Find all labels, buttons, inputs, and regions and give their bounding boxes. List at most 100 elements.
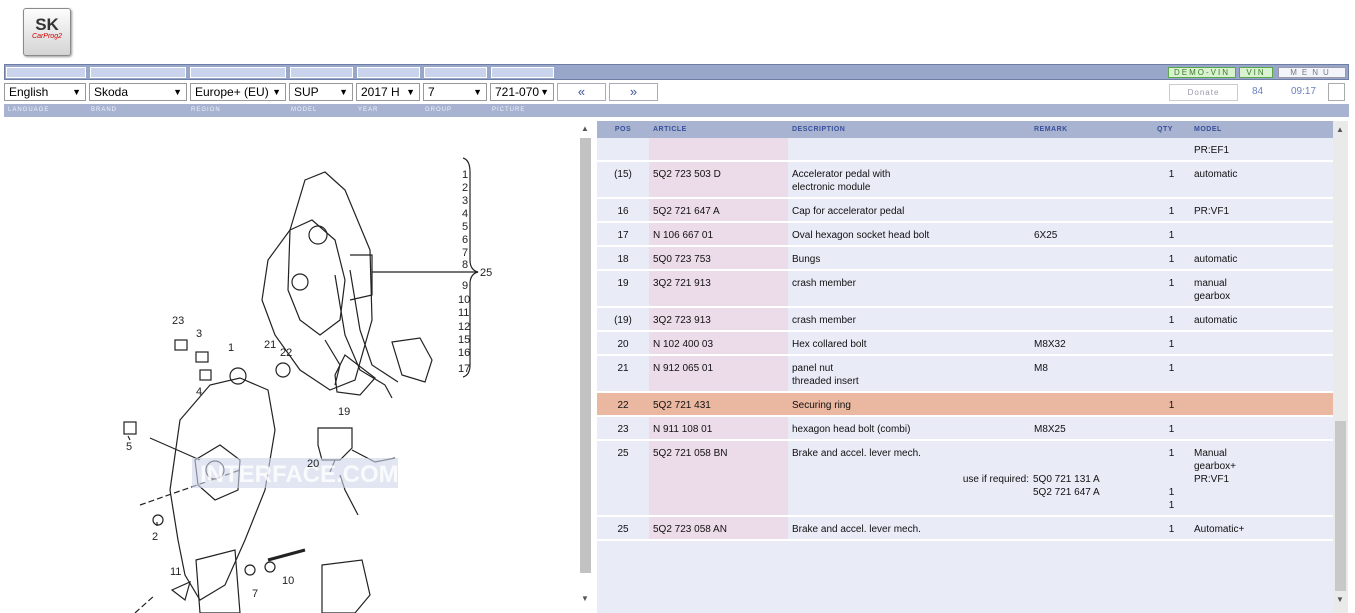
table-row[interactable]: PR:EF1	[597, 138, 1333, 162]
row-description-text: Bungs	[792, 254, 821, 265]
callout-number[interactable]: 8	[462, 259, 468, 271]
table-row[interactable]: (15) 5Q2 723 503 D Accelerator pedal with …	[597, 161, 1333, 199]
table-row[interactable]: 25 5Q2 723 058 AN Brake and accel. lever m…	[597, 516, 1333, 541]
status-box[interactable]	[1328, 83, 1345, 101]
row-model	[1190, 416, 1333, 441]
previous-picture-button[interactable]: «	[557, 83, 606, 101]
callout-number[interactable]: 10	[458, 294, 470, 306]
row-model-text: manual gearbox	[1194, 278, 1231, 302]
row-model	[1190, 222, 1333, 247]
chevron-down-icon: ▼	[473, 87, 482, 97]
table-scrollbar[interactable]: ▲ ▼	[1333, 121, 1348, 613]
callout-number[interactable]: 7	[252, 588, 258, 600]
row-description: panel nut threaded insert	[788, 355, 1030, 393]
table-row[interactable]: (19) 3Q2 723 913 crash member 1 automatic	[597, 307, 1333, 332]
row-model	[1190, 331, 1333, 356]
row-model: automatic	[1190, 307, 1333, 332]
callout-number[interactable]: 23	[172, 315, 184, 327]
callout-number[interactable]: 11	[170, 566, 181, 578]
callout-number[interactable]: 6	[462, 234, 468, 246]
callout-number[interactable]: 2	[462, 182, 468, 194]
callout-number[interactable]: 1	[462, 169, 468, 181]
parts-diagram[interactable]: INTERFACE.COM 12345678910111215161725233…	[0, 120, 578, 613]
callout-number[interactable]: 19	[338, 406, 350, 418]
bolt-23	[174, 339, 188, 351]
scroll-down-icon[interactable]: ▼	[581, 594, 589, 603]
vin-button[interactable]: VIN	[1239, 67, 1273, 78]
region-select[interactable]: Europe+ (EU) ▼	[190, 83, 286, 101]
col-article: ARTICLE	[649, 121, 788, 138]
row-model: manual gearbox	[1190, 270, 1333, 308]
model-select[interactable]: SUP ▼	[289, 83, 353, 101]
callout-number[interactable]: 11	[458, 307, 469, 319]
table-row[interactable]: 16 5Q2 721 647 A Cap for accelerator pedal…	[597, 198, 1333, 223]
row-pos: 18	[597, 246, 649, 271]
menu-button[interactable]: MENU	[1278, 67, 1346, 78]
callout-number[interactable]: 10	[282, 575, 294, 587]
callout-number[interactable]: 9	[462, 280, 468, 292]
callout-number[interactable]: 16	[458, 347, 470, 359]
row-description-text: panel nut threaded insert	[792, 363, 859, 387]
callout-number[interactable]: 1	[228, 342, 234, 354]
callout-number[interactable]: 22	[280, 347, 292, 359]
callout-number[interactable]: 5	[126, 441, 132, 453]
table-row[interactable]: 21 N 912 065 01 panel nut threaded insert M…	[597, 355, 1333, 393]
table-row[interactable]: 18 5Q0 723 753 Bungs 1 automatic	[597, 246, 1333, 271]
table-row[interactable]: 22 5Q2 721 431 Securing ring 1	[597, 392, 1333, 417]
nut-22	[275, 362, 291, 378]
callout-number[interactable]: 3	[462, 195, 468, 207]
table-scroll-thumb[interactable]	[1335, 421, 1346, 591]
scroll-down-icon[interactable]: ▼	[1336, 595, 1344, 604]
row-pos: 25	[597, 440, 649, 517]
year-select[interactable]: 2017 H ▼	[356, 83, 420, 101]
row-remark	[1030, 270, 1153, 308]
table-row[interactable]: 20 N 102 400 03 Hex collared bolt M8X32 1	[597, 331, 1333, 356]
callout-number[interactable]: 4	[196, 386, 202, 398]
region-value: Europe+ (EU)	[195, 85, 269, 99]
row-qty: 1	[1153, 516, 1190, 541]
brand-select[interactable]: Skoda ▼	[89, 83, 187, 101]
demo-vin-button[interactable]: DEMO-VIN	[1168, 67, 1236, 78]
language-select[interactable]: English ▼	[4, 83, 86, 101]
callout-number[interactable]: 5	[462, 221, 468, 233]
row-remark	[1030, 161, 1153, 199]
callout-number[interactable]: 12	[458, 321, 470, 333]
row-article-text: 5Q2 723 058 AN	[653, 524, 727, 535]
scroll-up-icon[interactable]: ▲	[1336, 125, 1344, 134]
callout-number[interactable]: 4	[462, 208, 468, 220]
table-row[interactable]: 17 N 106 667 01 Oval hexagon socket head b…	[597, 222, 1333, 247]
row-model-text: PR:VF1	[1194, 206, 1230, 217]
callout-number[interactable]: 2	[152, 531, 158, 543]
model-slot	[290, 67, 353, 78]
diagram-scrollbar[interactable]: ▲ ▼	[578, 120, 593, 613]
picture-select[interactable]: 721-070 ▼	[490, 83, 554, 101]
donate-button[interactable]: Donate	[1169, 84, 1238, 101]
callout-number[interactable]: 20	[307, 458, 319, 470]
table-row[interactable]: 25 5Q2 721 058 BN Brake and accel. lever m…	[597, 440, 1333, 517]
group-slot	[424, 67, 487, 78]
nut-2	[152, 514, 164, 526]
callout-number[interactable]: 15	[458, 334, 470, 346]
diagram-scroll-thumb[interactable]	[580, 138, 591, 573]
next-picture-button[interactable]: »	[609, 83, 658, 101]
label-group: GROUP	[425, 107, 453, 113]
callout-number[interactable]: 25	[480, 267, 492, 279]
row-qty: 1	[1153, 331, 1190, 356]
table-row[interactable]: 19 3Q2 721 913 crash member 1 manual gearbox	[597, 270, 1333, 308]
chevron-down-icon: ▼	[173, 87, 182, 97]
table-row[interactable]: 23 N 911 108 01 hexagon head bolt (combi) M…	[597, 416, 1333, 441]
callout-number[interactable]: 21	[264, 339, 276, 351]
row-model-text: automatic	[1194, 254, 1238, 265]
row-description-text: crash member	[792, 315, 856, 326]
callout-number[interactable]: 17	[458, 363, 470, 375]
label-year: YEAR	[358, 107, 379, 113]
row-model: automatic	[1190, 246, 1333, 271]
row-description: Securing ring	[788, 392, 1030, 417]
callout-number[interactable]: 3	[196, 328, 202, 340]
row-article: 5Q2 723 503 D	[649, 161, 788, 199]
scroll-up-icon[interactable]: ▲	[581, 124, 589, 133]
parts-diagram-pane: INTERFACE.COM 1 2 3 4 5 6 7 8 9 10 11 12 15 16 17 25 23 3…	[0, 120, 578, 613]
app-logo[interactable]: SK CarProg2	[23, 8, 71, 56]
callout-number[interactable]: 7	[462, 247, 468, 259]
group-select[interactable]: 7 ▼	[423, 83, 487, 101]
